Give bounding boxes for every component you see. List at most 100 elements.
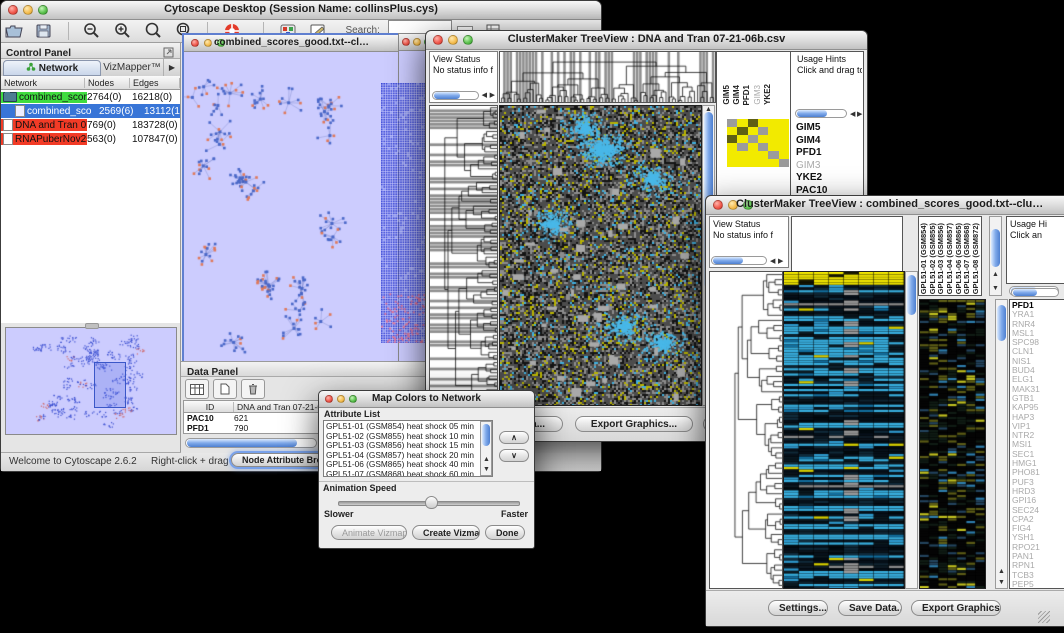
done-button[interactable]: Done	[485, 525, 525, 540]
attribute-list-vscrollbar[interactable]: ▲ ▼	[480, 421, 492, 476]
similarity-cell[interactable]	[748, 143, 758, 151]
resize-grip[interactable]	[1038, 611, 1050, 623]
similarity-cell[interactable]	[727, 159, 737, 167]
row-dendrogram[interactable]	[429, 105, 498, 406]
save-icon[interactable]	[33, 21, 55, 41]
gene-label[interactable]: PUF3	[1012, 478, 1064, 487]
scroll-right-icon[interactable]: ▶	[490, 91, 495, 100]
network-canvas[interactable]	[184, 52, 396, 360]
similarity-cell[interactable]	[779, 135, 789, 143]
scroll-up-icon[interactable]: ▲	[992, 270, 999, 279]
scroll-right-icon[interactable]: ▶	[857, 110, 862, 119]
gene-label[interactable]: PAC10	[773, 80, 774, 105]
gene-label[interactable]: SEC24	[1012, 506, 1064, 515]
attribute-list-item[interactable]: GPL51-07 (GSM868) heat shock 60 min	[326, 470, 492, 478]
attribute-listbox[interactable]: GPL51-01 (GSM854) heat shock 05 minGPL51…	[323, 420, 493, 477]
export-graphics-button[interactable]: Export Graphics...	[575, 416, 693, 432]
similarity-cell[interactable]	[727, 127, 737, 135]
gene-label[interactable]: RNR4	[1012, 320, 1064, 329]
gene-label[interactable]: VIP1	[1012, 422, 1064, 431]
scroll-right-icon[interactable]: ▶	[778, 257, 783, 266]
main-titlebar[interactable]: Cytoscape Desktop (Session Name: collins…	[1, 1, 601, 20]
similarity-cell[interactable]	[748, 151, 758, 159]
delete-attribute-trash-icon[interactable]	[241, 379, 265, 399]
gene-label[interactable]: HAP3	[1012, 413, 1064, 422]
gene-label[interactable]: YKE2	[796, 172, 862, 185]
similarity-cell[interactable]	[748, 135, 758, 143]
gene-label[interactable]: YSH1	[1012, 533, 1064, 542]
scroll-left-icon[interactable]: ◀	[850, 110, 855, 119]
secondary-heatmap[interactable]	[919, 299, 986, 589]
similarity-cell[interactable]	[758, 135, 768, 143]
splitter-handle[interactable]	[85, 323, 99, 329]
similarity-cell[interactable]	[737, 119, 747, 127]
dense-network-cluster[interactable]	[381, 83, 428, 343]
similarity-cell[interactable]	[737, 127, 747, 135]
float-panel-icon[interactable]	[163, 45, 174, 63]
similarity-cell[interactable]	[737, 143, 747, 151]
gene-label[interactable]: GIM5	[722, 85, 731, 105]
zoom-out-icon[interactable]	[81, 21, 103, 41]
similarity-cell[interactable]	[779, 119, 789, 127]
gene-label[interactable]: GIM5	[796, 122, 862, 135]
gene-label[interactable]: HMG1	[1012, 459, 1064, 468]
gene-label[interactable]: CPA2	[1012, 515, 1064, 524]
similarity-matrix[interactable]	[727, 119, 789, 167]
new-attribute-icon[interactable]	[213, 379, 237, 399]
gene-label[interactable]: MSI1	[1012, 440, 1064, 449]
similarity-cell[interactable]	[727, 151, 737, 159]
similarity-cell[interactable]	[779, 151, 789, 159]
scroll-left-icon[interactable]: ◀	[482, 91, 487, 100]
gene-label[interactable]: PEP5	[1012, 580, 1064, 589]
similarity-cell[interactable]	[779, 127, 789, 135]
network-list-row[interactable]: combined_scores 2764(0) 16218(0)	[1, 90, 180, 104]
gene-label[interactable]: YKE2	[763, 84, 772, 105]
scroll-up-icon[interactable]: ▲	[483, 455, 490, 464]
select-attributes-icon[interactable]	[185, 379, 209, 399]
network-list-row[interactable]: RNAPuberNov2+ 563(0) 107847(0)	[1, 132, 180, 146]
settings-button[interactable]: Settings...	[768, 600, 828, 616]
similarity-cell[interactable]	[768, 135, 778, 143]
similarity-cell[interactable]	[737, 135, 747, 143]
open-folder-icon[interactable]	[3, 21, 25, 41]
similarity-cell[interactable]	[748, 119, 758, 127]
treeview1-titlebar[interactable]: ClusterMaker TreeView : DNA and Tran 07-…	[426, 31, 867, 50]
gene-label[interactable]: GIM3	[753, 85, 762, 105]
gene-list-vscrollbar[interactable]: ▲ ▼	[995, 299, 1008, 589]
similarity-cell[interactable]	[748, 159, 758, 167]
overview-canvas[interactable]	[6, 328, 174, 432]
tab-network[interactable]: Network	[3, 60, 101, 76]
gene-label[interactable]: MAK31	[1012, 385, 1064, 394]
gene-label[interactable]: PAN1	[1012, 552, 1064, 561]
gene-label[interactable]: GIM4	[796, 135, 862, 148]
gene-label[interactable]: SPC98	[1012, 338, 1064, 347]
gene-label[interactable]: HRD3	[1012, 487, 1064, 496]
data-panel-hscrollbar[interactable]	[185, 438, 317, 448]
gene-label[interactable]: RPN1	[1012, 561, 1064, 570]
similarity-cell[interactable]	[768, 143, 778, 151]
minimize-button[interactable]	[413, 38, 421, 46]
gene-label[interactable]: PHO81	[1012, 468, 1064, 477]
network-overview-panel[interactable]	[5, 327, 177, 435]
similarity-cell[interactable]	[768, 151, 778, 159]
gene-label[interactable]: GIM3	[796, 160, 862, 173]
column-labels-vscrollbar[interactable]: ▲ ▼	[989, 216, 1002, 296]
close-button[interactable]	[402, 38, 410, 46]
gene-label[interactable]: YRA1	[1012, 310, 1064, 319]
scroll-left-icon[interactable]: ◀	[770, 257, 775, 266]
animation-speed-slider[interactable]	[338, 501, 520, 506]
create-vizmap-button[interactable]: Create Vizmap	[412, 525, 480, 540]
scroll-up-icon[interactable]: ▲	[705, 105, 712, 114]
network-list-row[interactable]: combined_sco 2569(6) 13112(15)	[1, 104, 180, 118]
gene-label[interactable]: GPI16	[1012, 496, 1064, 505]
network-table-header[interactable]: Network Nodes Edges	[1, 76, 180, 90]
scroll-down-icon[interactable]: ▼	[483, 465, 490, 474]
gene-label[interactable]: PFD1	[742, 85, 751, 105]
gene-label[interactable]: GTB1	[1012, 394, 1064, 403]
move-down-button[interactable]: ∨	[499, 449, 529, 462]
similarity-cell[interactable]	[737, 151, 747, 159]
gene-list-hscrollbar[interactable]	[1011, 288, 1059, 297]
similarity-cell[interactable]	[727, 119, 737, 127]
similarity-cell[interactable]	[748, 127, 758, 135]
gene-label[interactable]: NIS1	[1012, 357, 1064, 366]
